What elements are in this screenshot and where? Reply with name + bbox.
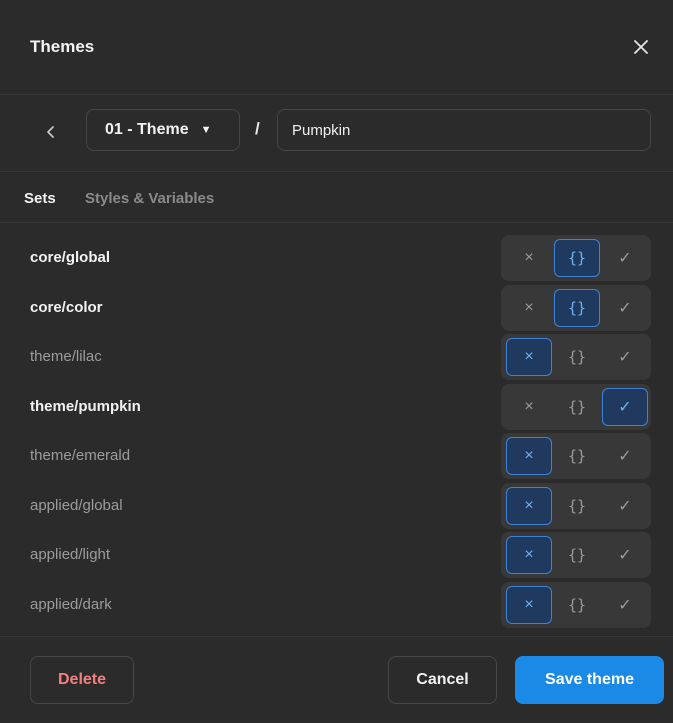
theme-name-input[interactable] (277, 109, 651, 151)
braces-icon: {} (567, 447, 587, 465)
theme-toolbar: 01 - Theme ▼ / (0, 95, 673, 172)
close-icon: × (524, 299, 534, 316)
set-state-toggle: × {} ✓ (501, 285, 651, 331)
close-button[interactable] (626, 32, 656, 62)
set-state-toggle: × {} ✓ (501, 483, 651, 529)
check-icon: ✓ (618, 349, 632, 366)
set-name: applied/light (30, 546, 111, 563)
close-icon: × (524, 249, 534, 266)
disable-button[interactable]: × (506, 338, 552, 376)
enable-button[interactable]: ✓ (602, 239, 648, 277)
themes-modal: Themes 01 - Theme ▼ / Sets Styles & Vari… (0, 0, 673, 723)
set-name: core/global (30, 249, 111, 266)
set-row: theme/lilac × {} ✓ (0, 334, 673, 380)
check-icon: ✓ (618, 498, 632, 515)
braces-icon: {} (567, 299, 587, 317)
path-separator: / (255, 119, 260, 138)
chevron-left-icon (47, 126, 54, 138)
close-icon: × (524, 348, 534, 365)
enable-button[interactable]: ✓ (602, 338, 648, 376)
check-icon: ✓ (618, 547, 632, 564)
check-icon: ✓ (618, 250, 632, 267)
set-name: applied/global (30, 497, 123, 514)
modal-title: Themes (30, 37, 95, 56)
theme-group-select[interactable]: 01 - Theme ▼ (86, 109, 240, 151)
source-button[interactable]: {} (554, 586, 600, 624)
set-state-toggle: × {} ✓ (501, 384, 651, 430)
source-button[interactable]: {} (554, 487, 600, 525)
braces-icon: {} (567, 497, 587, 515)
enable-button[interactable]: ✓ (602, 586, 648, 624)
source-button[interactable]: {} (554, 536, 600, 574)
set-row: applied/dark × {} ✓ (0, 582, 673, 628)
enable-button[interactable]: ✓ (602, 487, 648, 525)
close-icon (634, 40, 648, 54)
braces-icon: {} (567, 249, 587, 267)
close-icon: × (524, 497, 534, 514)
disable-button[interactable]: × (506, 239, 552, 277)
set-row: theme/pumpkin × {} ✓ (0, 384, 673, 430)
set-state-toggle: × {} ✓ (501, 235, 651, 281)
disable-button[interactable]: × (506, 289, 552, 327)
tab-sets[interactable]: Sets (24, 190, 56, 207)
set-name: theme/lilac (30, 348, 102, 365)
save-theme-button[interactable]: Save theme (515, 656, 664, 704)
source-button[interactable]: {} (554, 289, 600, 327)
set-row: theme/emerald × {} ✓ (0, 433, 673, 479)
braces-icon: {} (567, 348, 587, 366)
set-state-toggle: × {} ✓ (501, 582, 651, 628)
tab-styles-variables[interactable]: Styles & Variables (85, 190, 214, 207)
set-row: applied/light × {} ✓ (0, 532, 673, 578)
enable-button[interactable]: ✓ (602, 437, 648, 475)
disable-button[interactable]: × (506, 487, 552, 525)
disable-button[interactable]: × (506, 586, 552, 624)
set-state-toggle: × {} ✓ (501, 532, 651, 578)
braces-icon: {} (567, 546, 587, 564)
close-icon: × (524, 447, 534, 464)
braces-icon: {} (567, 596, 587, 614)
enable-button[interactable]: ✓ (602, 388, 648, 426)
set-row: core/global × {} ✓ (0, 235, 673, 281)
set-name: theme/pumpkin (30, 398, 141, 415)
delete-button[interactable]: Delete (30, 656, 134, 704)
disable-button[interactable]: × (506, 536, 552, 574)
close-icon: × (524, 546, 534, 563)
set-name: core/color (30, 299, 103, 316)
disable-button[interactable]: × (506, 388, 552, 426)
cancel-button[interactable]: Cancel (388, 656, 497, 704)
braces-icon: {} (567, 398, 587, 416)
modal-footer: Delete Cancel Save theme (0, 637, 673, 717)
theme-group-value: 01 - Theme (105, 121, 189, 138)
set-row: applied/global × {} ✓ (0, 483, 673, 529)
set-name: applied/dark (30, 596, 112, 613)
disable-button[interactable]: × (506, 437, 552, 475)
check-icon: ✓ (618, 448, 632, 465)
sets-list: core/global ×{} ✓ core/color ×{} ✓ theme/lilac… (0, 223, 673, 637)
enable-button[interactable]: ✓ (602, 536, 648, 574)
check-icon: ✓ (618, 399, 632, 416)
source-button[interactable]: {} (554, 338, 600, 376)
source-button[interactable]: {} (554, 388, 600, 426)
back-button[interactable] (34, 115, 68, 149)
close-icon: × (524, 398, 534, 415)
source-button[interactable]: {} (554, 437, 600, 475)
modal-header: Themes (0, 0, 673, 95)
enable-button[interactable]: ✓ (602, 289, 648, 327)
set-state-toggle: × {} ✓ (501, 334, 651, 380)
close-icon: × (524, 596, 534, 613)
set-state-toggle: × {} ✓ (501, 433, 651, 479)
check-icon: ✓ (618, 300, 632, 317)
caret-down-icon: ▼ (200, 124, 212, 136)
tab-bar: Sets Styles & Variables (0, 172, 673, 223)
check-icon: ✓ (618, 597, 632, 614)
set-name: theme/emerald (30, 447, 131, 464)
source-button[interactable]: {} (554, 239, 600, 277)
set-row: core/color × {} ✓ (0, 285, 673, 331)
